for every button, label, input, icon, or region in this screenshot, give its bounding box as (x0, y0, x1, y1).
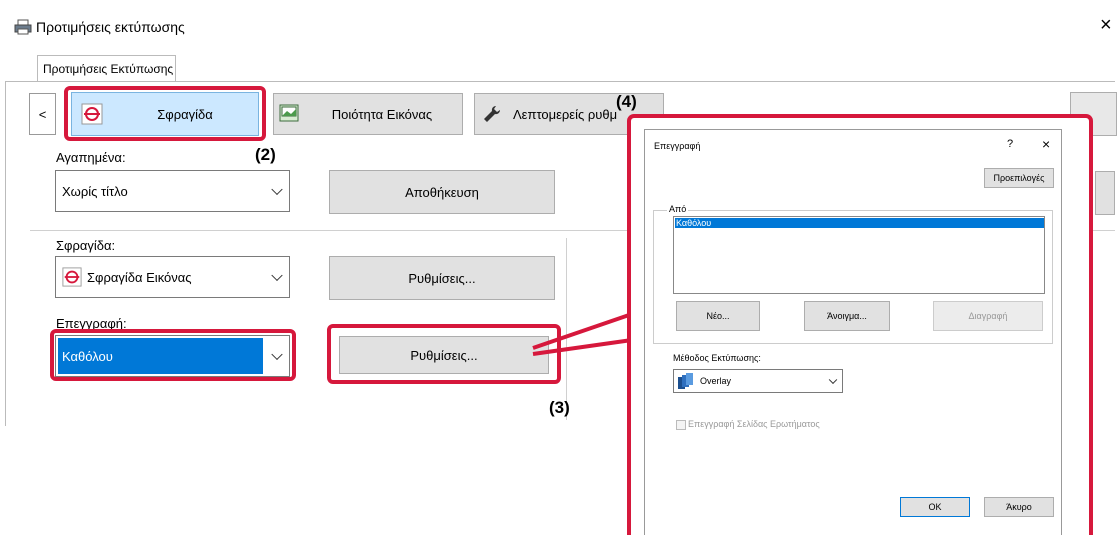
dialog-close-icon[interactable]: × (1042, 136, 1050, 152)
ok-button[interactable]: OK (900, 497, 970, 517)
open-button[interactable]: Άνοιγμα... (804, 301, 890, 331)
list-item-label: Καθόλου (676, 218, 712, 228)
cancel-button[interactable]: Άκυρο (984, 497, 1054, 517)
delete-button[interactable]: Διαγραφή (933, 301, 1043, 331)
dialog-help-icon[interactable]: ? (1007, 138, 1013, 150)
callout-step-2: (2) (255, 145, 276, 164)
callout-step-4: (4) (616, 92, 637, 111)
list-item[interactable]: Καθόλου (675, 218, 1044, 228)
print-method-select[interactable]: Overlay (673, 369, 843, 393)
open-button-label: Άνοιγμα... (827, 311, 867, 321)
dialog-title: Επεγγραφή (654, 141, 701, 151)
defaults-button[interactable]: Προεπιλογές (984, 168, 1054, 188)
chevron-down-icon (828, 375, 838, 385)
overlay-file-list[interactable]: Καθόλου (673, 216, 1045, 294)
overlay-stack-icon (678, 373, 693, 389)
query-page-checkbox-label: Επεγγραφή Σελίδας Ερωτήματος (688, 419, 820, 429)
delete-button-label: Διαγραφή (968, 311, 1008, 321)
cancel-button-label: Άκυρο (1006, 502, 1032, 512)
from-label: Από (667, 204, 689, 214)
print-method-label: Μέθοδος Εκτύπωσης: (673, 353, 761, 363)
defaults-button-label: Προεπιλογές (993, 173, 1045, 183)
query-page-checkbox[interactable] (676, 420, 686, 430)
print-method-value: Overlay (700, 376, 732, 386)
new-button[interactable]: Νέο... (676, 301, 760, 331)
new-button-label: Νέο... (706, 311, 730, 321)
overlay-dialog: Επεγγραφή ? × Προεπιλογές Από Καθόλου Νέ… (644, 129, 1062, 535)
callout-step-3: (3) (549, 398, 570, 417)
ok-button-label: OK (928, 502, 942, 512)
